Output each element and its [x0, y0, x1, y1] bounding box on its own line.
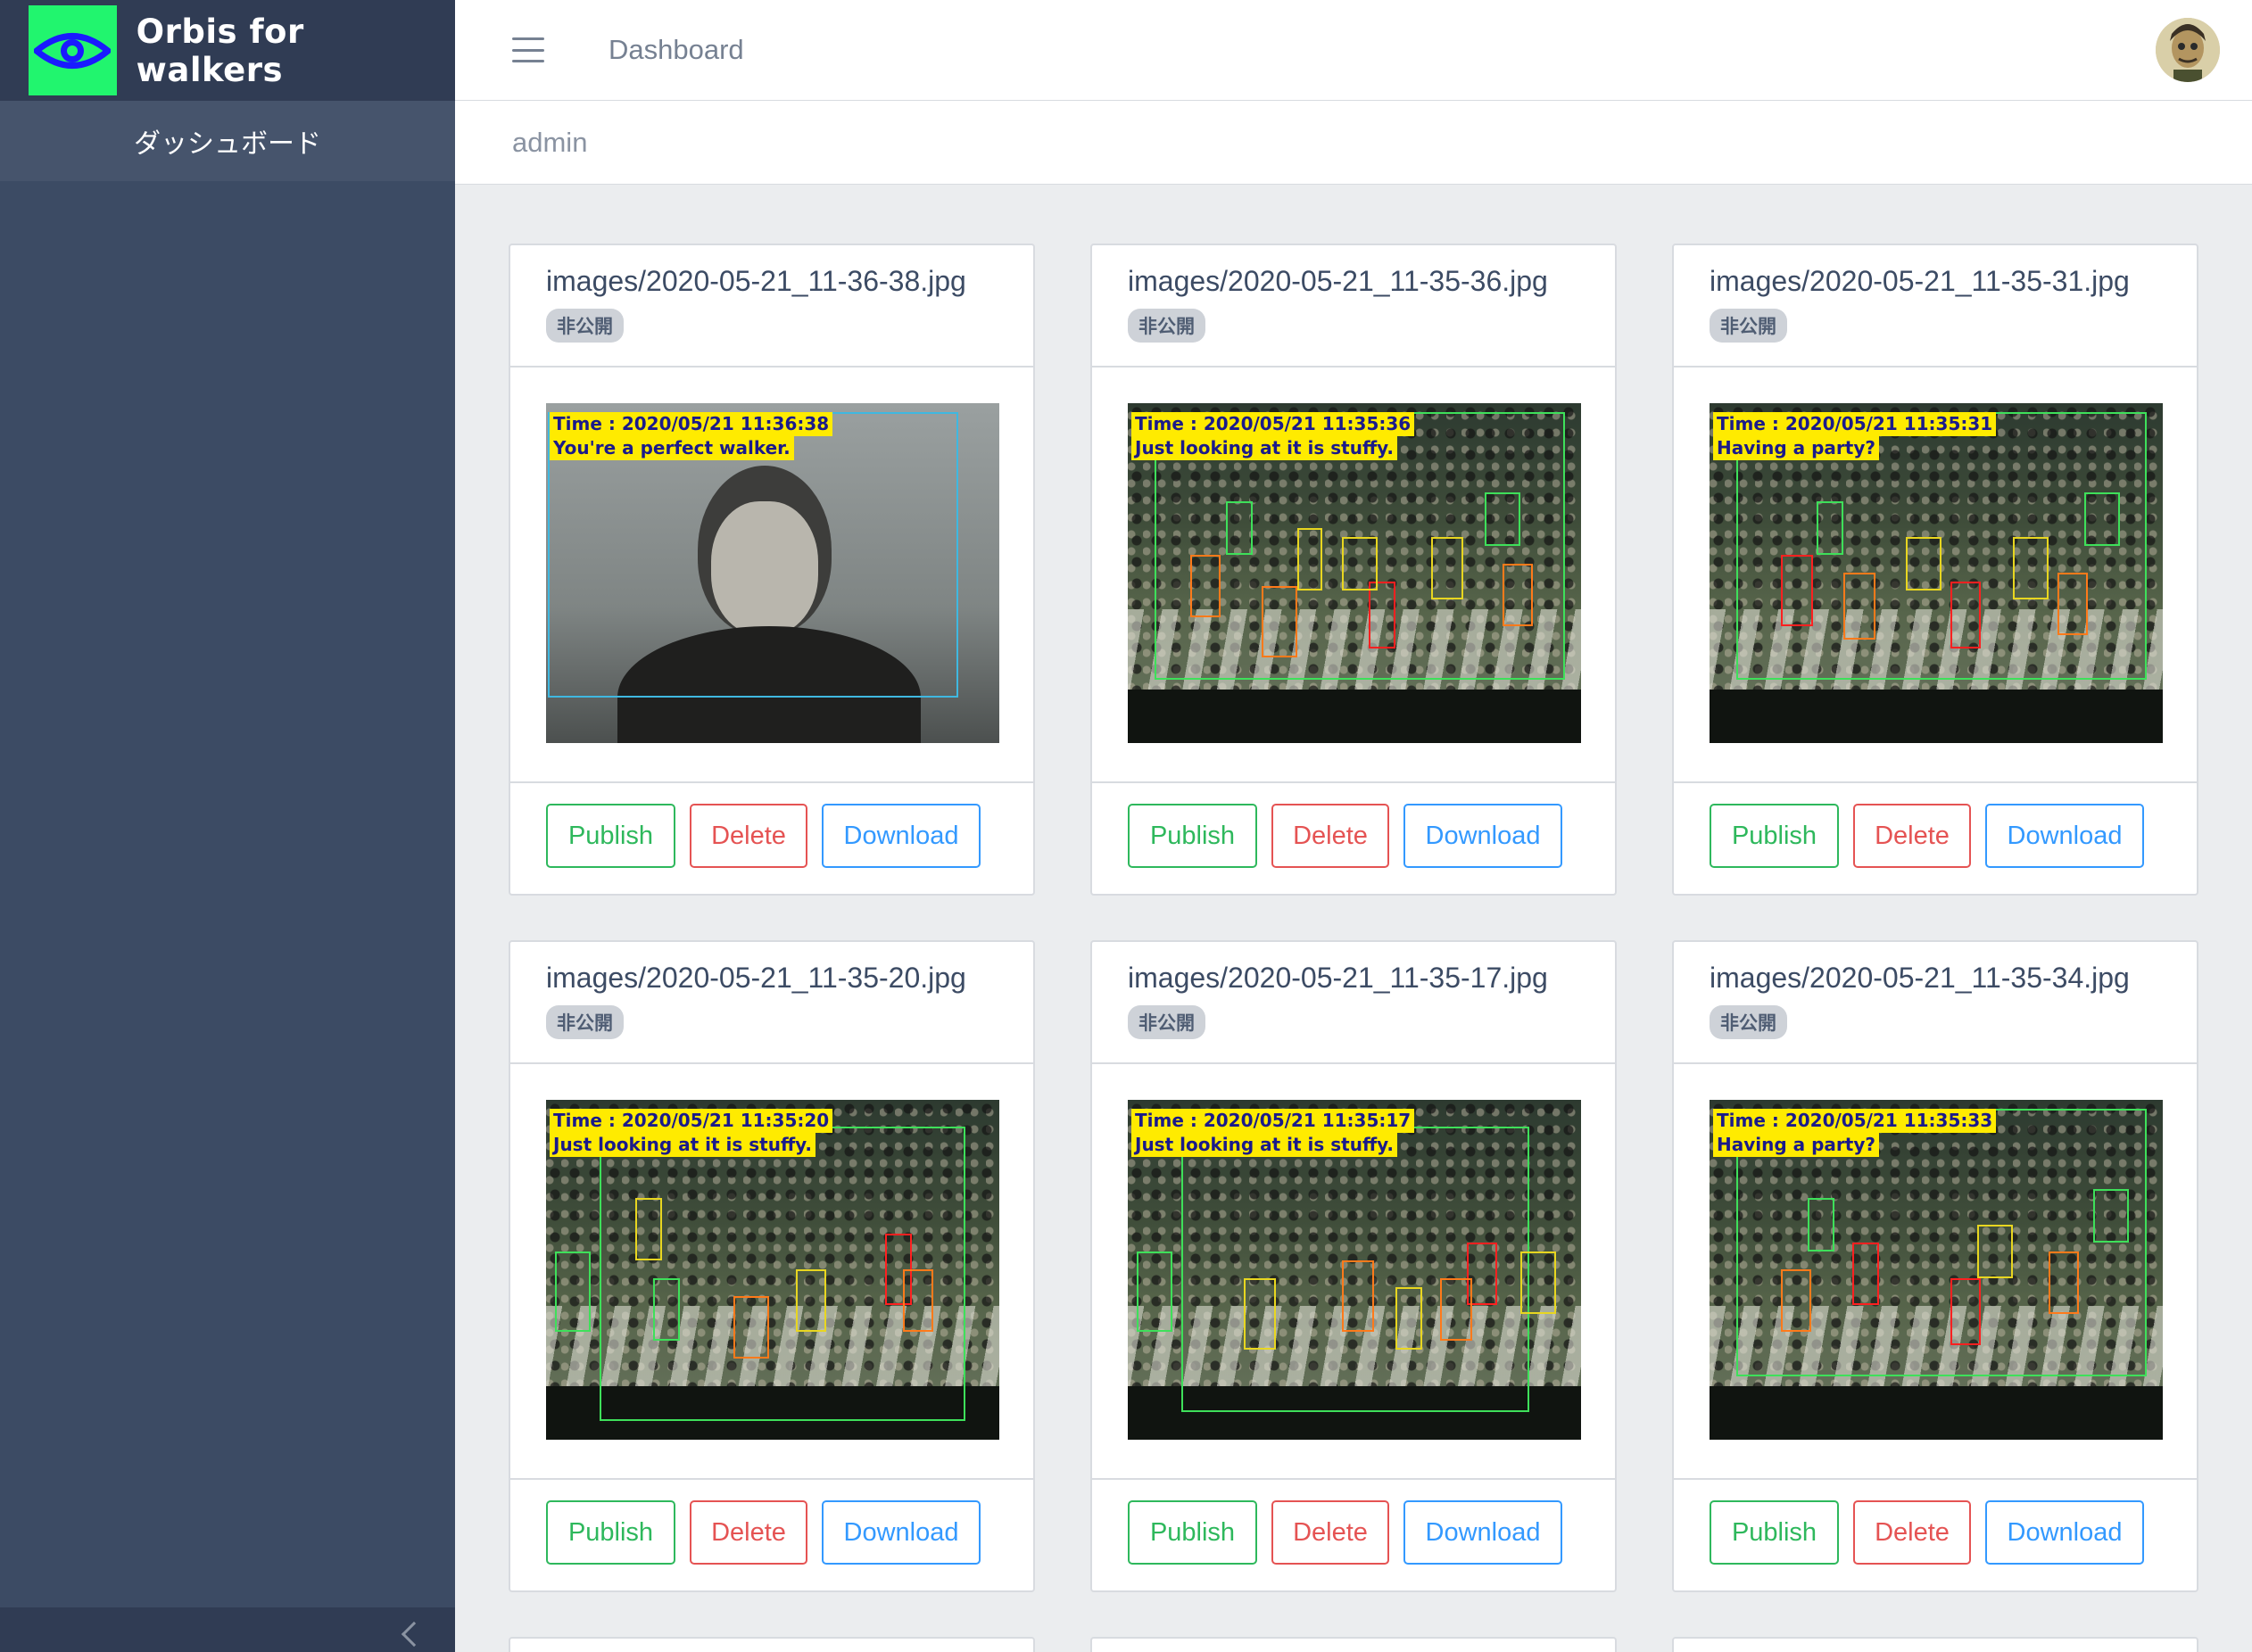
- card-title: images/2020-05-21_11-35-34.jpg: [1710, 962, 2130, 994]
- status-badge: 非公開: [1710, 309, 1787, 343]
- card-header: images/2020-05-21_11-35-20.jpg 非公開: [510, 942, 1033, 1064]
- card-title: images/2020-05-21_11-35-31.jpg: [1710, 265, 2130, 297]
- card-body: Time : 2020/05/21 11:35:20 Just looking …: [510, 1064, 1033, 1480]
- image-card-partial: [1672, 1637, 2198, 1652]
- card-body: Time : 2020/05/21 11:35:33 Having a part…: [1674, 1064, 2197, 1480]
- hamburger-icon[interactable]: [512, 37, 544, 62]
- thumbnail-image[interactable]: Time : 2020/05/21 11:35:20 Just looking …: [546, 1100, 999, 1440]
- delete-button[interactable]: Delete: [1271, 804, 1389, 868]
- card-footer: Publish Delete Download: [1674, 783, 2197, 894]
- delete-button[interactable]: Delete: [1853, 1500, 1971, 1565]
- card-header: images/2020-05-21_11-35-36.jpg 非公開: [1092, 245, 1615, 368]
- card-body: Time : 2020/05/21 11:35:36 Just looking …: [1092, 368, 1615, 783]
- card-footer: Publish Delete Download: [1092, 783, 1615, 894]
- card-footer: Publish Delete Download: [510, 783, 1033, 894]
- sidebar-minimizer[interactable]: [0, 1607, 455, 1652]
- breadcrumb: admin: [512, 126, 588, 158]
- status-badge: 非公開: [546, 1005, 624, 1039]
- delete-button[interactable]: Delete: [1853, 804, 1971, 868]
- image-card-partial: [1090, 1637, 1617, 1652]
- card-body: Time : 2020/05/21 11:35:31 Having a part…: [1674, 368, 2197, 783]
- thumbnail-image[interactable]: Time : 2020/05/21 11:36:38 You're a perf…: [546, 403, 999, 743]
- header: Dashboard: [455, 0, 2252, 101]
- image-caption: Time : 2020/05/21 11:35:17 Just looking …: [1131, 1109, 1415, 1157]
- sidebar: Orbis for walkers ダッシュボード: [0, 0, 455, 1652]
- delete-button[interactable]: Delete: [1271, 1500, 1389, 1565]
- download-button[interactable]: Download: [1403, 804, 1562, 868]
- thumbnail-image[interactable]: Time : 2020/05/21 11:35:36 Just looking …: [1128, 403, 1581, 743]
- card-title: images/2020-05-21_11-35-36.jpg: [1128, 265, 1548, 297]
- image-caption: Time : 2020/05/21 11:35:20 Just looking …: [550, 1109, 833, 1157]
- card-header: images/2020-05-21_11-35-34.jpg 非公開: [1674, 942, 2197, 1064]
- publish-button[interactable]: Publish: [1710, 804, 1839, 868]
- eye-icon: [29, 5, 117, 95]
- image-card: images/2020-05-21_11-35-31.jpg 非公開 Time …: [1672, 244, 2198, 896]
- card-header: images/2020-05-21_11-36-38.jpg 非公開: [510, 245, 1033, 368]
- card-title: images/2020-05-21_11-35-17.jpg: [1128, 962, 1548, 994]
- sidebar-item-dashboard[interactable]: ダッシュボード: [0, 101, 455, 181]
- header-nav-dashboard[interactable]: Dashboard: [609, 34, 744, 66]
- status-badge: 非公開: [1710, 1005, 1787, 1039]
- image-card: images/2020-05-21_11-35-34.jpg 非公開 Time …: [1672, 940, 2198, 1592]
- image-card-partial: [509, 1637, 1035, 1652]
- download-button[interactable]: Download: [822, 1500, 981, 1565]
- card-title: images/2020-05-21_11-35-20.jpg: [546, 962, 966, 994]
- chevron-left-icon: [401, 1621, 427, 1648]
- image-card: images/2020-05-21_11-35-17.jpg 非公開 Time …: [1090, 940, 1617, 1592]
- thumbnail-image[interactable]: Time : 2020/05/21 11:35:31 Having a part…: [1710, 403, 2163, 743]
- image-card: images/2020-05-21_11-36-38.jpg 非公開 Time …: [509, 244, 1035, 896]
- download-button[interactable]: Download: [1985, 1500, 2144, 1565]
- avatar[interactable]: [2156, 18, 2220, 82]
- thumbnail-image[interactable]: Time : 2020/05/21 11:35:17 Just looking …: [1128, 1100, 1581, 1440]
- brand-name: Orbis for walkers: [136, 12, 304, 89]
- status-badge: 非公開: [1128, 309, 1205, 343]
- sidebar-item-label: ダッシュボード: [134, 128, 321, 160]
- status-badge: 非公開: [1128, 1005, 1205, 1039]
- card-body: Time : 2020/05/21 11:36:38 You're a perf…: [510, 368, 1033, 783]
- status-badge: 非公開: [546, 309, 624, 343]
- card-footer: Publish Delete Download: [510, 1480, 1033, 1590]
- download-button[interactable]: Download: [1985, 804, 2144, 868]
- download-button[interactable]: Download: [1403, 1500, 1562, 1565]
- card-footer: Publish Delete Download: [1674, 1480, 2197, 1590]
- card-title: images/2020-05-21_11-36-38.jpg: [546, 265, 966, 297]
- delete-button[interactable]: Delete: [690, 804, 807, 868]
- delete-button[interactable]: Delete: [690, 1500, 807, 1565]
- publish-button[interactable]: Publish: [546, 804, 675, 868]
- publish-button[interactable]: Publish: [1128, 804, 1257, 868]
- image-caption: Time : 2020/05/21 11:35:36 Just looking …: [1131, 412, 1415, 460]
- thumbnail-image[interactable]: Time : 2020/05/21 11:35:33 Having a part…: [1710, 1100, 2163, 1440]
- image-caption: Time : 2020/05/21 11:35:33 Having a part…: [1713, 1109, 1997, 1157]
- publish-button[interactable]: Publish: [1128, 1500, 1257, 1565]
- download-button[interactable]: Download: [822, 804, 981, 868]
- brand[interactable]: Orbis for walkers: [0, 0, 455, 101]
- publish-button[interactable]: Publish: [1710, 1500, 1839, 1565]
- card-footer: Publish Delete Download: [1092, 1480, 1615, 1590]
- card-header: images/2020-05-21_11-35-17.jpg 非公開: [1092, 942, 1615, 1064]
- image-card: images/2020-05-21_11-35-20.jpg 非公開 Time …: [509, 940, 1035, 1592]
- subheader: admin: [455, 101, 2252, 185]
- image-caption: Time : 2020/05/21 11:35:31 Having a part…: [1713, 412, 1997, 460]
- publish-button[interactable]: Publish: [546, 1500, 675, 1565]
- card-body: Time : 2020/05/21 11:35:17 Just looking …: [1092, 1064, 1615, 1480]
- card-header: images/2020-05-21_11-35-31.jpg 非公開: [1674, 245, 2197, 368]
- image-card: images/2020-05-21_11-35-36.jpg 非公開 Time …: [1090, 244, 1617, 896]
- image-grid: images/2020-05-21_11-36-38.jpg 非公開 Time …: [509, 244, 2204, 1652]
- image-caption: Time : 2020/05/21 11:36:38 You're a perf…: [550, 412, 833, 460]
